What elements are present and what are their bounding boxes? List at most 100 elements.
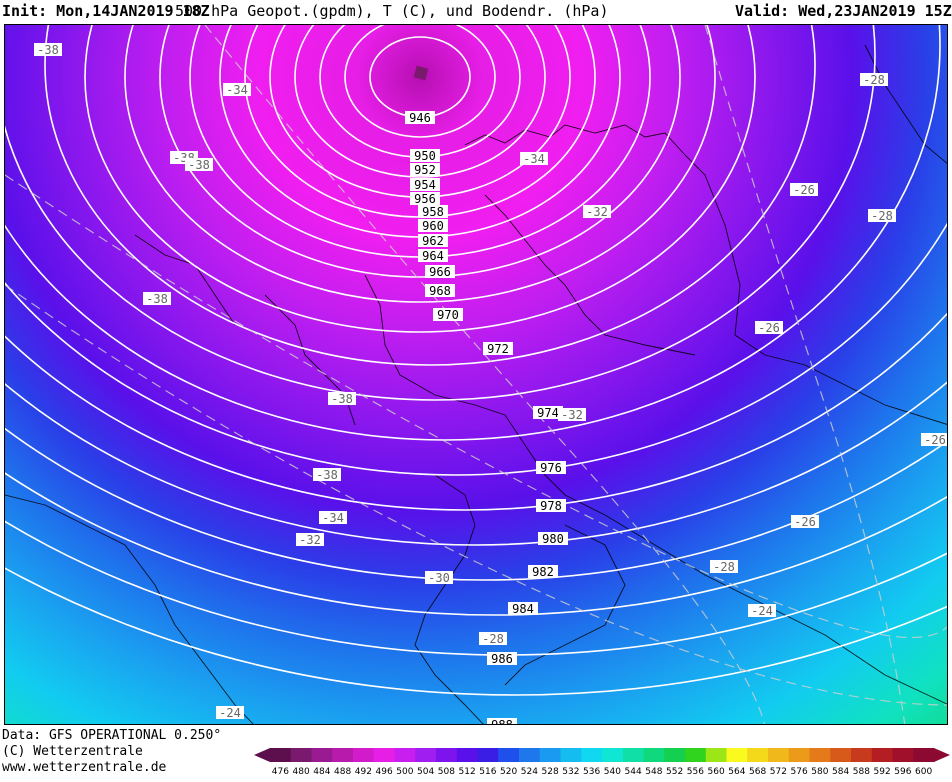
temp-label: -28	[868, 209, 896, 223]
svg-text:-32: -32	[299, 533, 321, 547]
temp-label: -38	[328, 392, 356, 406]
legend-tick-label: 584	[832, 767, 849, 777]
svg-text:966: 966	[429, 265, 451, 279]
isobar-label: 976	[536, 461, 566, 475]
legend-arrow-left	[254, 748, 270, 762]
legend-tick-label: 564	[728, 767, 745, 777]
legend-tick-label: 532	[562, 767, 579, 777]
isobar-label: 972	[483, 342, 513, 356]
header-bar: Init: Mon,14JAN2019 18Z 500 hPa Geopot.(…	[0, 0, 952, 24]
temp-label: -32	[583, 205, 611, 219]
site-url[interactable]: www.wetterzentrale.de	[2, 760, 221, 776]
legend-swatch	[436, 748, 458, 762]
legend-swatch	[830, 748, 852, 762]
svg-text:956: 956	[414, 192, 436, 206]
isobar-label: 962	[418, 234, 448, 248]
chart-title: 500 hPa Geopot.(gpdm), T (C), und Bodend…	[175, 2, 609, 20]
isobar-label: 982	[528, 565, 558, 579]
legend-tick-label: 552	[666, 767, 683, 777]
svg-text:986: 986	[491, 652, 513, 666]
legend-tick-label: 524	[521, 767, 538, 777]
legend-tick-label: 600	[915, 767, 932, 777]
legend-swatch	[539, 748, 561, 762]
legend-tick-label: 480	[293, 767, 310, 777]
legend-swatch	[311, 748, 333, 762]
svg-text:972: 972	[487, 342, 509, 356]
legend-swatch	[726, 748, 748, 762]
legend-tick-label: 520	[500, 767, 517, 777]
svg-text:-38: -38	[37, 43, 59, 57]
svg-text:-26: -26	[793, 183, 815, 197]
svg-text:950: 950	[414, 149, 436, 163]
legend-tick-label: 580	[811, 767, 828, 777]
svg-text:-24: -24	[219, 706, 241, 720]
svg-text:982: 982	[532, 565, 554, 579]
svg-text:962: 962	[422, 234, 444, 248]
legend-swatch	[373, 748, 395, 762]
legend-tick-label: 572	[770, 767, 787, 777]
isobar-label: 980	[538, 532, 568, 546]
legend-tick-label: 488	[334, 767, 351, 777]
temp-label: -24	[216, 706, 244, 720]
temp-label: -34	[319, 511, 347, 525]
temp-label: -38	[143, 292, 171, 306]
legend-swatch	[519, 748, 541, 762]
legend-tick-label: 528	[542, 767, 559, 777]
legend-swatch	[809, 748, 831, 762]
isobar-label: 964	[418, 249, 448, 263]
svg-text:-26: -26	[924, 433, 946, 447]
temp-label: -26	[755, 321, 783, 335]
legend-tick-label: 492	[355, 767, 372, 777]
svg-text:-26: -26	[758, 321, 780, 335]
legend-swatch	[456, 748, 478, 762]
legend-swatch	[851, 748, 873, 762]
svg-text:946: 946	[409, 111, 431, 125]
valid-time: Valid: Wed,23JAN2019 15Z	[735, 2, 952, 20]
svg-text:976: 976	[540, 461, 562, 475]
temp-label: -28	[860, 73, 888, 87]
legend-swatch	[560, 748, 582, 762]
svg-text:-32: -32	[561, 408, 583, 422]
svg-text:-38: -38	[146, 292, 168, 306]
weather-map: 946 950 952 954 956 958 960 962 964 966 …	[4, 24, 948, 725]
legend-swatch	[747, 748, 769, 762]
temp-label: -32	[558, 408, 586, 422]
legend-tick-label: 504	[417, 767, 434, 777]
legend-tick-label: 576	[791, 767, 808, 777]
legend-swatch	[892, 748, 914, 762]
legend-swatch	[270, 748, 292, 762]
legend-swatch	[705, 748, 727, 762]
legend-swatch	[768, 748, 790, 762]
isobar-label: 952	[410, 163, 440, 177]
svg-text:964: 964	[422, 249, 444, 263]
legend-tick-label: 512	[459, 767, 476, 777]
legend-swatch	[788, 748, 810, 762]
svg-text:-30: -30	[428, 571, 450, 585]
temp-label: -38	[185, 158, 213, 172]
svg-text:-28: -28	[871, 209, 893, 223]
svg-text:970: 970	[437, 308, 459, 322]
copyright: (C) Wetterzentrale	[2, 744, 143, 759]
svg-text:-34: -34	[523, 152, 545, 166]
isobar-label: 954	[410, 178, 440, 192]
legend-swatch	[685, 748, 707, 762]
temp-label: -26	[921, 433, 947, 447]
svg-text:-38: -38	[331, 392, 353, 406]
svg-text:960: 960	[422, 219, 444, 233]
legend-swatch	[477, 748, 499, 762]
map-canvas: 946 950 952 954 956 958 960 962 964 966 …	[5, 25, 947, 724]
isobar-label: 970	[433, 308, 463, 322]
legend-tick-label: 476	[272, 767, 289, 777]
svg-text:-26: -26	[794, 515, 816, 529]
legend-tick-label: 508	[438, 767, 455, 777]
legend-tick-label: 588	[853, 767, 870, 777]
legend-tick-label: 496	[376, 767, 393, 777]
temp-label: -38	[34, 43, 62, 57]
temp-label: -26	[791, 515, 819, 529]
color-legend: 476 480 484 488 492 496 500 504 508 512 516 520 524 5…	[254, 748, 950, 777]
svg-text:-28: -28	[482, 632, 504, 646]
svg-text:-38: -38	[316, 468, 338, 482]
legend-tick-label: 596	[894, 767, 911, 777]
svg-text:958: 958	[422, 205, 444, 219]
legend-swatch	[353, 748, 375, 762]
